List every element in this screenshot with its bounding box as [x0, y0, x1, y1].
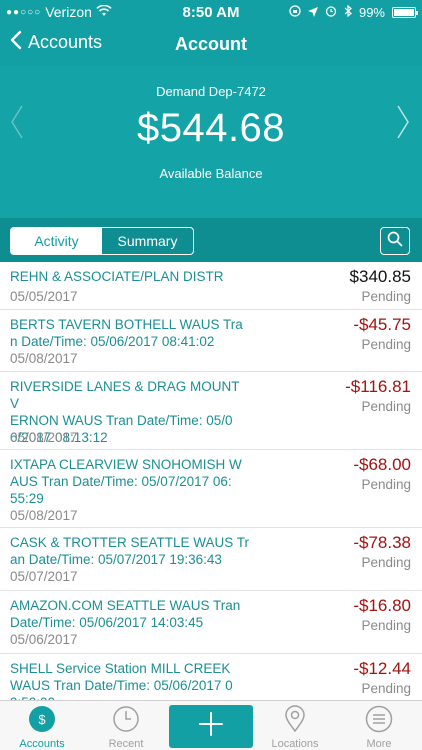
search-button[interactable]	[380, 227, 410, 255]
transaction-row[interactable]: IXTAPA CLEARVIEW SNOHOMISH W AUS Tran Da…	[0, 450, 422, 528]
transaction-row[interactable]: REHN & ASSOCIATE/PLAN DISTR 05/05/2017 $…	[0, 262, 422, 310]
status-left: ●●○○○ Verizon	[6, 4, 289, 20]
transaction-amount: -$16.80	[353, 596, 411, 615]
status-right: 99%	[289, 4, 418, 20]
transaction-list[interactable]: REHN & ASSOCIATE/PLAN DISTR 05/05/2017 $…	[0, 262, 422, 700]
transaction-description: CASK & TROTTER SEATTLE WAUS Tr an Date/T…	[10, 535, 250, 567]
transaction-description: REHN & ASSOCIATE/PLAN DISTR	[10, 269, 224, 284]
location-arrow-icon	[307, 5, 318, 20]
plus-icon	[198, 711, 224, 742]
next-account-arrow[interactable]	[396, 104, 410, 150]
transaction-row[interactable]: RIVERSIDE LANES & DRAG MOUNT V ERNON WAU…	[0, 372, 422, 450]
wifi-icon	[96, 4, 112, 20]
clock-icon	[84, 705, 168, 736]
transaction-amount: $340.85	[349, 267, 411, 286]
account-name: Demand Dep-7472	[156, 84, 266, 99]
alarm-icon	[325, 5, 337, 20]
battery-fill	[394, 8, 414, 16]
transaction-date: 05/06/2017	[10, 632, 78, 647]
tab-locations-label: Locations	[271, 738, 319, 750]
tab-more[interactable]: More	[337, 701, 421, 750]
lock-rotation-icon	[289, 4, 301, 20]
tab-summary[interactable]: Summary	[102, 228, 193, 254]
tab-recent[interactable]: Recent	[84, 701, 168, 750]
transaction-date: 05/07/2017	[10, 569, 78, 584]
transaction-row[interactable]: AMAZON.COM SEATTLE WAUS Tran Date/Time: …	[0, 591, 422, 654]
battery-icon	[392, 6, 418, 18]
transaction-description: BERTS TAVERN BOTHELL WAUS Tra n Date/Tim…	[10, 317, 243, 349]
transaction-date: 05/08/2017	[10, 351, 78, 366]
transaction-amount: -$78.38	[353, 533, 411, 552]
bottom-tab-bar: $ Accounts Recent Locations More	[0, 700, 422, 750]
transaction-amount: -$116.81	[345, 377, 411, 396]
balance-amount: $544.68	[136, 106, 286, 150]
transaction-row[interactable]: BERTS TAVERN BOTHELL WAUS Tra n Date/Tim…	[0, 310, 422, 372]
transaction-status: Pending	[361, 477, 411, 492]
signal-strength: ●●○○○	[6, 6, 42, 18]
svg-text:$: $	[38, 712, 46, 727]
transaction-date: 05/08/2017	[10, 508, 78, 523]
transaction-description: AMAZON.COM SEATTLE WAUS Tran Date/Time: …	[10, 598, 241, 630]
tab-strip: Activity Summary	[0, 218, 422, 262]
transaction-status: Pending	[361, 289, 411, 304]
status-bar: ●●○○○ Verizon 8:50 AM 99%	[0, 0, 422, 24]
menu-icon	[337, 705, 421, 736]
tab-recent-label: Recent	[108, 738, 144, 750]
bluetooth-icon	[344, 4, 352, 20]
transaction-description: SHELL Service Station MILL CREEK WAUS Tr…	[10, 661, 233, 700]
back-button[interactable]: Accounts	[10, 30, 102, 55]
tab-more-label: More	[366, 738, 392, 750]
tab-accounts-label: Accounts	[19, 738, 65, 750]
segmented-control: Activity Summary	[10, 227, 194, 255]
transaction-description: IXTAPA CLEARVIEW SNOHOMISH W AUS Tran Da…	[10, 457, 242, 506]
chevron-left-icon	[10, 30, 22, 55]
add-button[interactable]	[169, 705, 253, 748]
transaction-status: Pending	[361, 399, 411, 414]
battery-percent: 99%	[358, 4, 385, 20]
transaction-amount: -$12.44	[353, 659, 411, 678]
transaction-status: Pending	[361, 555, 411, 570]
tab-locations[interactable]: Locations	[253, 701, 337, 750]
transaction-amount: -$45.75	[353, 315, 411, 334]
dollar-coin-icon: $	[0, 705, 84, 736]
transaction-date: 05/08/2017	[10, 430, 78, 445]
tab-accounts[interactable]: $ Accounts	[0, 701, 84, 750]
balance-panel: Demand Dep-7472 $544.68 Available Balanc…	[0, 66, 422, 218]
tab-activity[interactable]: Activity	[11, 228, 102, 254]
transaction-amount: -$68.00	[353, 455, 411, 474]
back-button-label: Accounts	[28, 32, 103, 52]
transaction-status: Pending	[361, 618, 411, 633]
transaction-status: Pending	[361, 337, 411, 352]
balance-label: Available Balance	[159, 166, 263, 181]
search-icon	[387, 231, 403, 252]
nav-bar: Accounts Account	[0, 24, 422, 66]
transaction-date: 05/05/2017	[10, 289, 78, 304]
transaction-status: Pending	[361, 681, 411, 696]
carrier-name: Verizon	[45, 4, 92, 20]
transaction-row[interactable]: CASK & TROTTER SEATTLE WAUS Tr an Date/T…	[0, 528, 422, 591]
map-pin-icon	[253, 705, 337, 736]
transaction-row[interactable]: SHELL Service Station MILL CREEK WAUS Tr…	[0, 654, 422, 700]
